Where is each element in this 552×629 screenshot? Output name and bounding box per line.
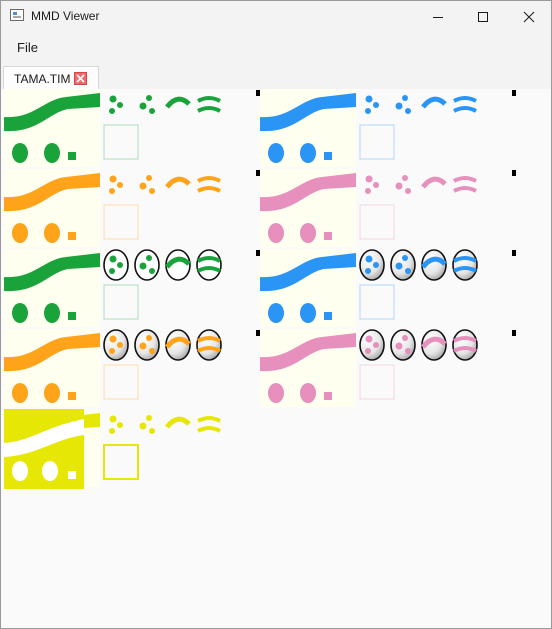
egg-row	[109, 175, 221, 194]
window-title: MMD Viewer	[31, 9, 100, 23]
marker	[256, 330, 260, 336]
sprite-tile	[260, 249, 478, 327]
egg-row	[103, 249, 222, 281]
maximize-icon	[478, 11, 488, 22]
egg-row	[365, 175, 477, 194]
minimize-button[interactable]	[415, 1, 461, 32]
egg-row	[109, 415, 221, 434]
sprite-sheet	[4, 89, 516, 489]
yellow-block	[4, 409, 84, 489]
tab-tama-tim[interactable]: TAMA.TIM	[3, 66, 99, 89]
app-icon	[10, 9, 24, 21]
image-canvas	[1, 89, 551, 628]
menu-bar: File	[1, 32, 551, 64]
sprite-tile	[260, 89, 477, 167]
egg-row	[359, 329, 478, 361]
marker	[512, 170, 516, 176]
sprite-tile	[4, 249, 222, 327]
close-button[interactable]	[506, 1, 552, 32]
menu-file[interactable]: File	[17, 40, 38, 55]
marker	[256, 90, 260, 96]
sprite-tile	[4, 329, 222, 407]
marker	[256, 170, 260, 176]
maximize-button[interactable]	[460, 1, 506, 32]
egg-row	[109, 95, 221, 114]
tab-label: TAMA.TIM	[14, 72, 71, 86]
sprite-tile	[4, 89, 221, 167]
tab-strip: TAMA.TIM	[1, 64, 551, 89]
minimize-icon	[433, 16, 443, 18]
marker	[256, 250, 260, 256]
egg-row	[365, 95, 477, 114]
sprite-tile	[260, 169, 477, 247]
egg-row	[359, 249, 478, 281]
marker	[512, 250, 516, 256]
sprite-tile	[4, 169, 221, 247]
app-window: MMD Viewer File TAMA.TIM	[0, 0, 552, 629]
close-icon	[523, 11, 535, 22]
egg-row	[103, 329, 222, 361]
sprite-tile	[260, 329, 478, 407]
tab-close-icon[interactable]	[74, 72, 87, 85]
marker	[512, 90, 516, 96]
marker	[512, 330, 516, 336]
